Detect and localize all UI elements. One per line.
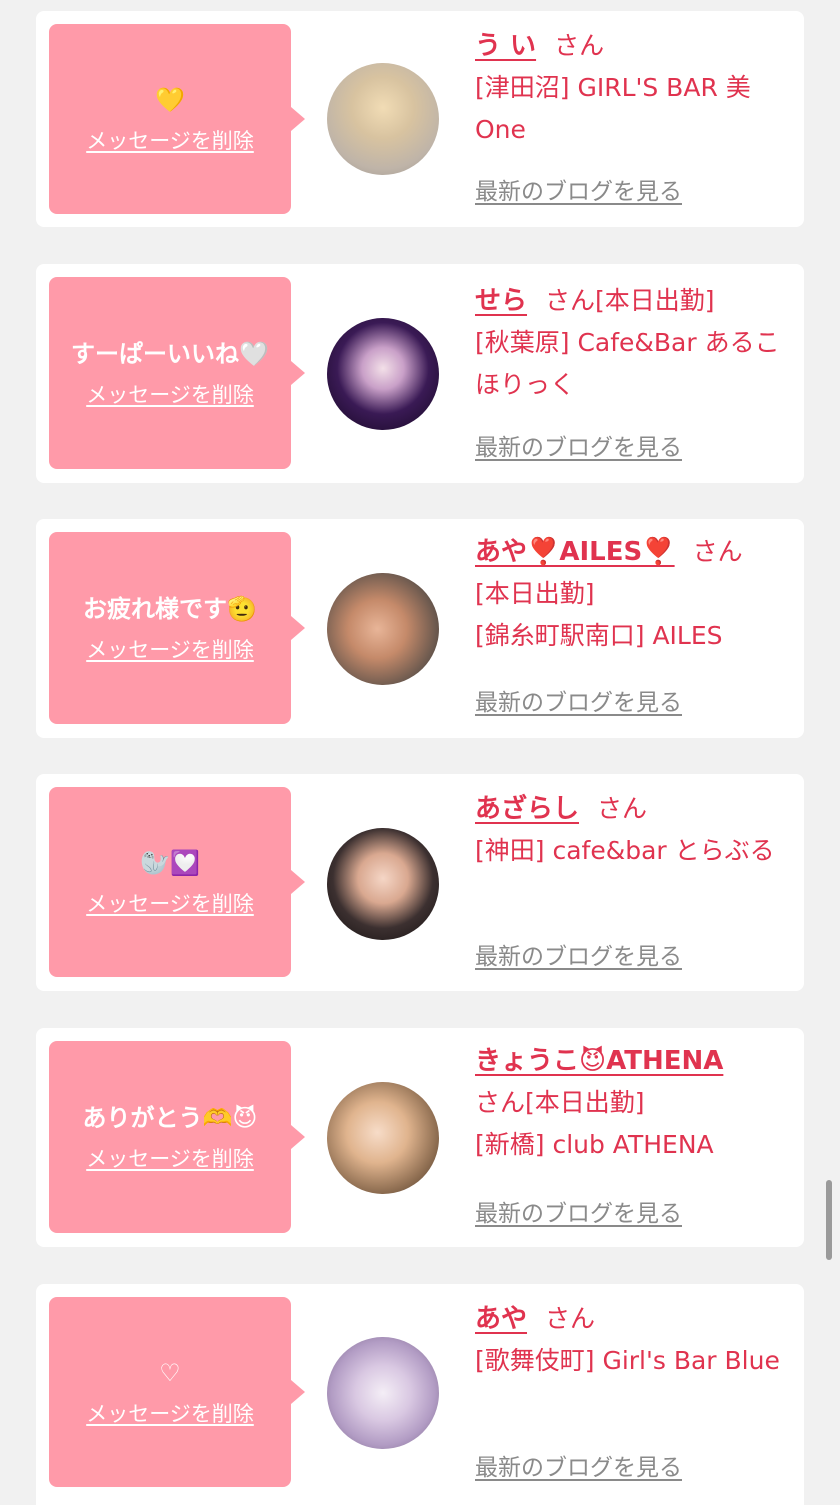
- today-shift: [本日出勤]: [595, 286, 715, 315]
- profile-name-link[interactable]: きょうこ😈ATHENA: [475, 1046, 723, 1076]
- latest-blog-link[interactable]: 最新のブログを見る: [475, 687, 682, 719]
- profile-name-link[interactable]: あや❣️AILES❣️: [475, 537, 675, 567]
- honorific: さん: [545, 1304, 596, 1333]
- delete-message-link[interactable]: メッセージを削除: [86, 1400, 254, 1428]
- delete-message-link[interactable]: メッセージを削除: [86, 381, 254, 409]
- avatar[interactable]: [327, 573, 439, 685]
- message-card: ありがとう🫶😈 メッセージを削除 きょうこ😈ATHENA さん[本日出勤] [新…: [36, 1028, 804, 1247]
- message-card: すーぱーいいね🤍 メッセージを削除 せら さん[本日出勤] [秋葉原] Cafe&…: [36, 264, 804, 483]
- avatar[interactable]: [327, 828, 439, 940]
- profile-info: きょうこ😈ATHENA さん[本日出勤] [新橋] club ATHENA: [475, 1040, 795, 1166]
- message-text: 💛: [155, 86, 185, 114]
- delete-message-link[interactable]: メッセージを削除: [86, 890, 254, 918]
- shop-name: [歌舞伎町] Girl's Bar Blue: [475, 1346, 780, 1375]
- profile-info: せら さん[本日出勤] [秋葉原] Cafe&Bar あるこほりっく: [475, 280, 795, 406]
- delete-message-link[interactable]: メッセージを削除: [86, 127, 254, 155]
- latest-blog-link[interactable]: 最新のブログを見る: [475, 176, 682, 208]
- avatar[interactable]: [327, 318, 439, 430]
- honorific: さん: [554, 31, 605, 60]
- shop-name: [津田沼] GIRL'S BAR 美One: [475, 73, 751, 144]
- latest-blog-link[interactable]: 最新のブログを見る: [475, 1452, 682, 1484]
- message-bubble: お疲れ様です🫡 メッセージを削除: [49, 532, 305, 724]
- message-bubble: ♡ メッセージを削除: [49, 1297, 305, 1487]
- message-bubble: 🦭💟 メッセージを削除: [49, 787, 305, 977]
- avatar[interactable]: [327, 1337, 439, 1449]
- message-text: すーぱーいいね🤍: [71, 340, 269, 368]
- latest-blog-link[interactable]: 最新のブログを見る: [475, 941, 682, 973]
- message-text: ありがとう🫶😈: [82, 1104, 258, 1132]
- message-bubble: 💛 メッセージを削除: [49, 24, 305, 214]
- latest-blog-link[interactable]: 最新のブログを見る: [475, 1198, 682, 1230]
- honorific: さん: [545, 286, 596, 315]
- profile-name-link[interactable]: う い: [475, 31, 536, 61]
- avatar[interactable]: [327, 1082, 439, 1194]
- shop-name: [神田] cafe&bar とらぶる: [475, 836, 775, 865]
- profile-info: あや❣️AILES❣️ さん [本日出勤] [錦糸町駅南口] AILES: [475, 531, 795, 657]
- message-card: お疲れ様です🫡 メッセージを削除 あや❣️AILES❣️ さん [本日出勤] [錦…: [36, 519, 804, 738]
- profile-name-link[interactable]: あざらし: [475, 794, 579, 824]
- scrollbar[interactable]: [826, 1180, 832, 1260]
- latest-blog-link[interactable]: 最新のブログを見る: [475, 432, 682, 464]
- message-text: 🦭💟: [140, 849, 200, 877]
- today-shift: [本日出勤]: [525, 1088, 645, 1117]
- shop-name: [新橋] club ATHENA: [475, 1130, 714, 1159]
- avatar[interactable]: [327, 63, 439, 175]
- message-card: 🦭💟 メッセージを削除 あざらし さん [神田] cafe&bar とらぶる 最新…: [36, 774, 804, 991]
- profile-name-link[interactable]: せら: [475, 286, 527, 316]
- message-text: お疲れ様です🫡: [83, 595, 257, 623]
- profile-info: あざらし さん [神田] cafe&bar とらぶる: [475, 788, 795, 872]
- profile-info: う いさん [津田沼] GIRL'S BAR 美One: [475, 25, 795, 151]
- delete-message-link[interactable]: メッセージを削除: [86, 636, 254, 664]
- honorific: さん: [692, 537, 743, 566]
- today-shift: [本日出勤]: [475, 579, 595, 608]
- message-card: 💛 メッセージを削除 う いさん [津田沼] GIRL'S BAR 美One 最…: [36, 11, 804, 227]
- profile-info: あや さん [歌舞伎町] Girl's Bar Blue: [475, 1298, 795, 1382]
- honorific: さん: [597, 794, 648, 823]
- message-bubble: ありがとう🫶😈 メッセージを削除: [49, 1041, 305, 1233]
- honorific: さん: [475, 1088, 526, 1117]
- shop-name: [秋葉原] Cafe&Bar あるこほりっく: [475, 328, 780, 399]
- shop-name: [錦糸町駅南口] AILES: [475, 621, 723, 650]
- message-card: ♡ メッセージを削除 あや さん [歌舞伎町] Girl's Bar Blue 最…: [36, 1284, 804, 1505]
- delete-message-link[interactable]: メッセージを削除: [86, 1145, 254, 1173]
- message-text: ♡: [159, 1359, 181, 1387]
- profile-name-link[interactable]: あや: [475, 1304, 527, 1334]
- message-bubble: すーぱーいいね🤍 メッセージを削除: [49, 277, 305, 469]
